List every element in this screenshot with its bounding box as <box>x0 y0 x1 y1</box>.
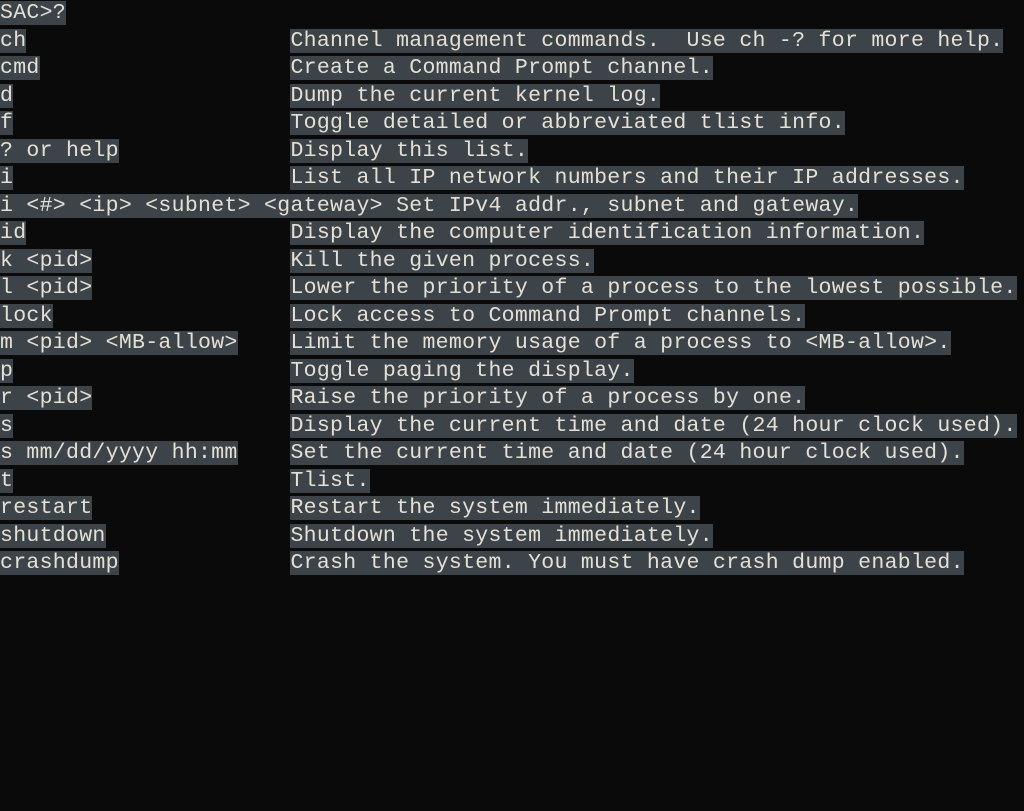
sac-terminal[interactable]: SAC>? ch Channel management commands. Us… <box>0 0 1024 578</box>
